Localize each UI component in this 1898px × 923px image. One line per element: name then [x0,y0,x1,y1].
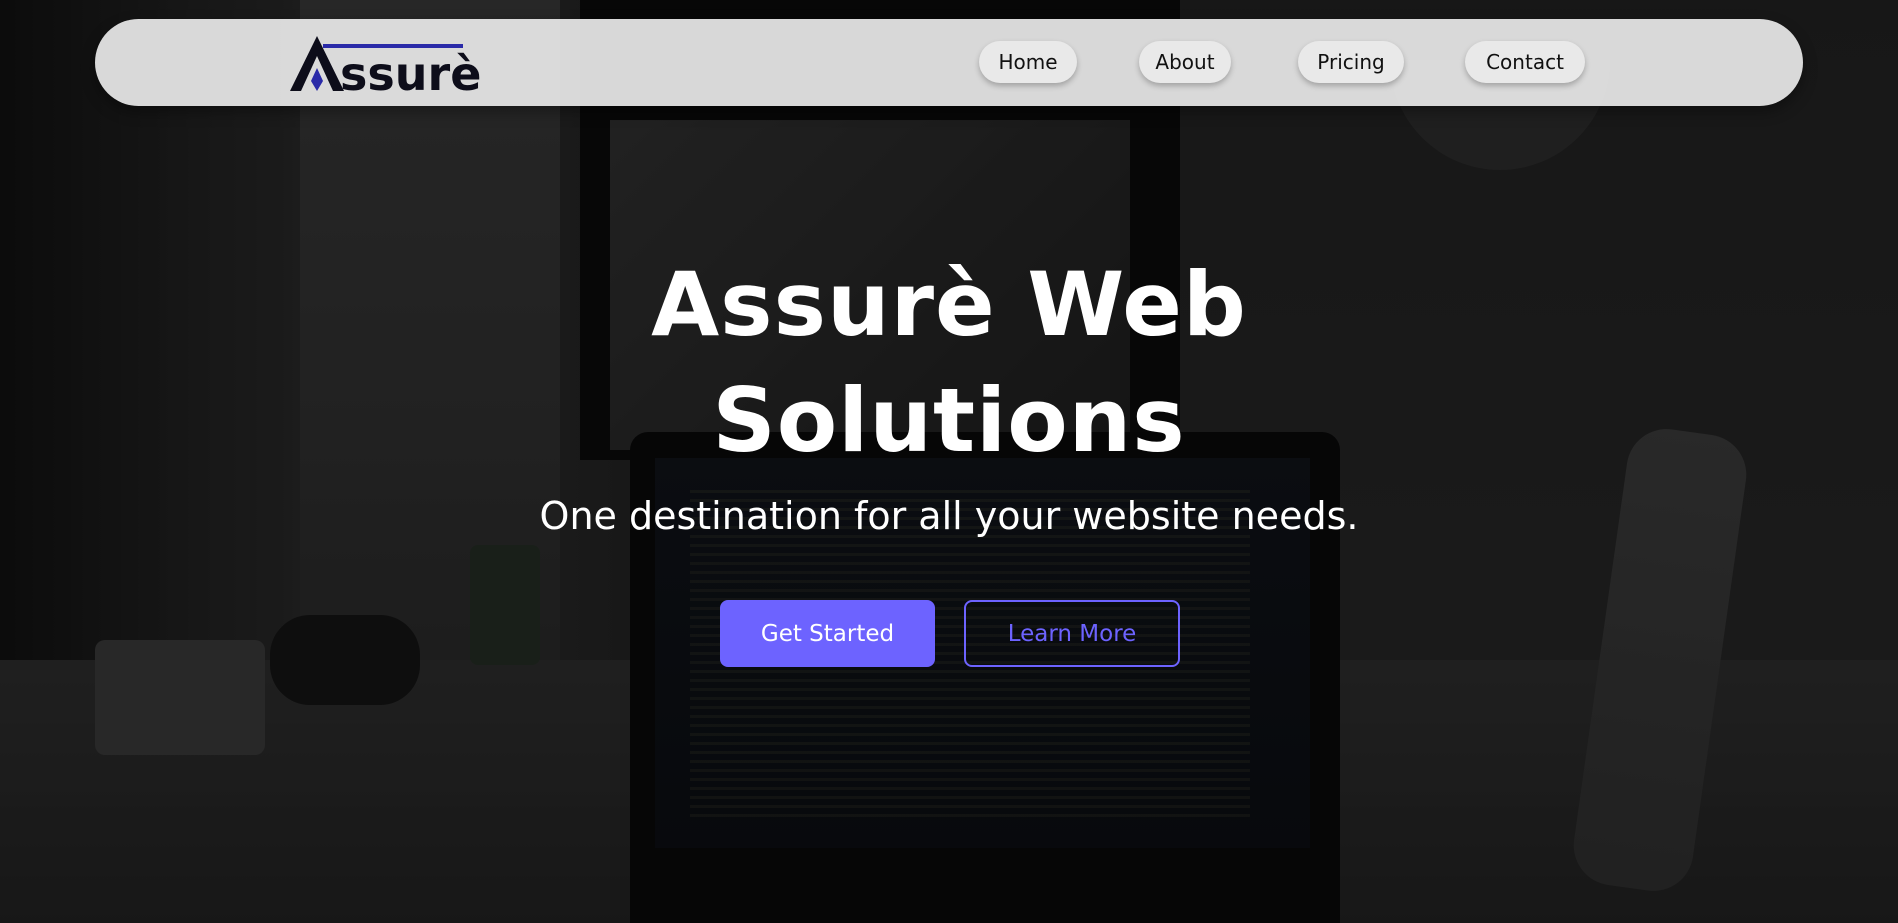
hero-subtitle: One destination for all your website nee… [539,494,1359,538]
hero-title: Assurè Web Solutions [549,247,1349,479]
nav-home-label: Home [998,50,1058,74]
nav-about-link[interactable]: About [1139,41,1231,83]
nav-contact-link[interactable]: Contact [1465,41,1585,83]
learn-more-button[interactable]: Learn More [964,600,1180,667]
hero-title-line-1: Assurè Web [651,253,1247,356]
nav-pricing-label: Pricing [1317,50,1385,74]
page: ssurè Home About Pricing Contact Assurè … [0,0,1898,923]
nav-contact-label: Contact [1486,50,1564,74]
nav-about-label: About [1155,50,1215,74]
hero-title-line-2: Solutions [712,369,1186,472]
nav-home-link[interactable]: Home [979,41,1077,83]
site-logo[interactable]: ssurè [290,34,505,92]
get-started-button[interactable]: Get Started [720,600,935,667]
get-started-label: Get Started [760,620,895,647]
svg-text:ssurè: ssurè [340,47,481,92]
learn-more-label: Learn More [1007,620,1137,647]
navbar: ssurè Home About Pricing Contact [95,19,1803,106]
nav-pricing-link[interactable]: Pricing [1298,41,1404,83]
